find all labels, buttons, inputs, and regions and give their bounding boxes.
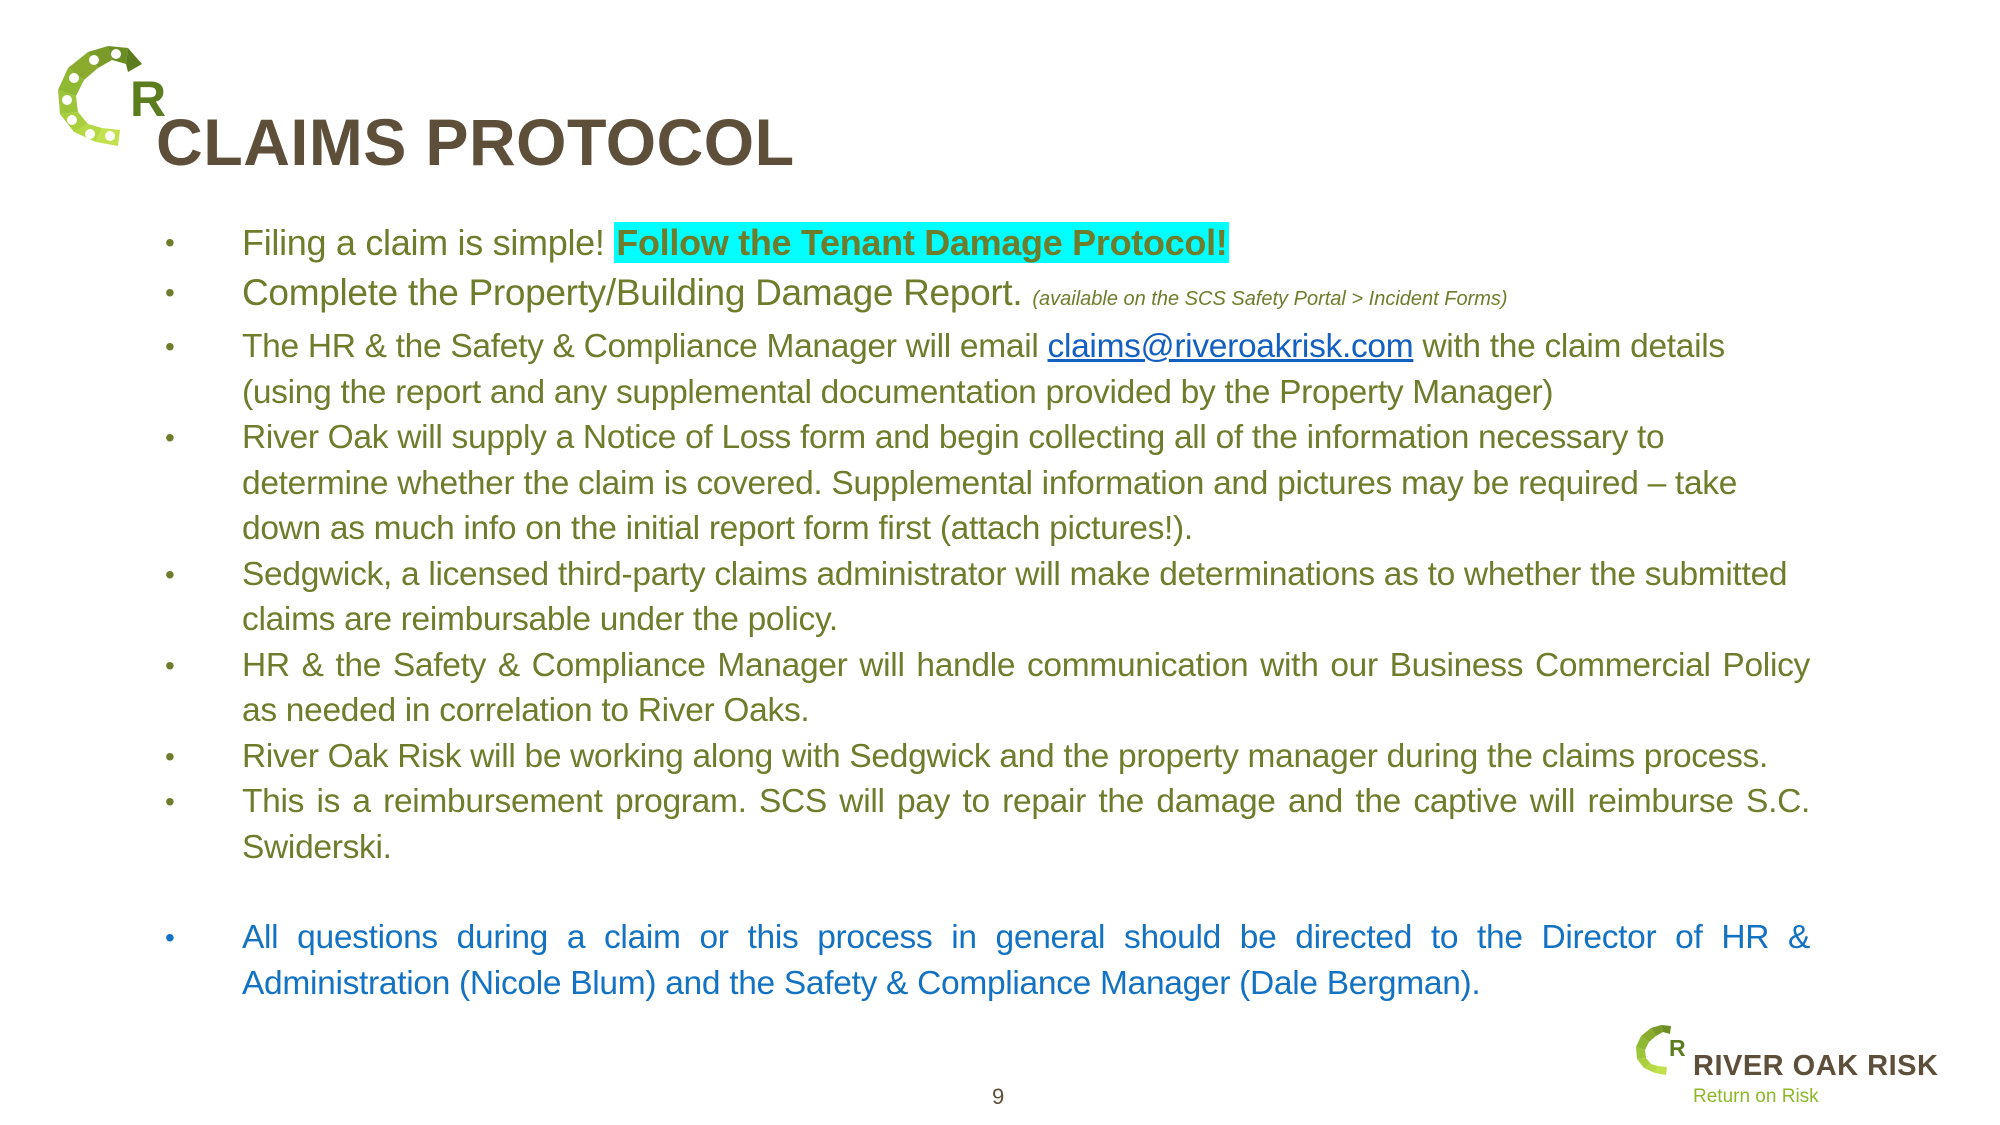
bullet-item: • River Oak Risk will be working along w… [160,734,1810,780]
page-number: 9 [992,1084,1005,1109]
bullet-text: HR & the Safety & Compliance Manager wil… [242,646,1810,730]
bullet-icon: • [165,277,175,308]
bullet-item: • HR & the Safety & Compliance Manager w… [160,643,1810,734]
bullet-text: The HR & the Safety & Compliance Manager… [242,328,1048,365]
bullet-text: River Oak will supply a Notice of Loss f… [242,419,1738,547]
bullet-icon: • [165,740,175,772]
bullet-item: • River Oak will supply a Notice of Loss… [160,415,1810,552]
bullet-icon: • [165,922,175,953]
footer-tagline: Return on Risk [1693,1086,1819,1107]
bullet-icon: • [165,649,175,681]
bullet-text: Complete the Property/Building Damage Re… [242,272,1033,313]
bullet-icon: • [165,558,175,590]
bullet-icon: • [165,331,175,362]
bullet-icon: • [165,786,175,817]
bullet-item: • Complete the Property/Building Damage … [160,268,1810,324]
footer-brand-name: RIVER OAK RISK [1693,1050,1939,1082]
bullet-note: (available on the SCS Safety Portal > In… [1032,288,1508,310]
contact-bullet: • All questions during a claim or this p… [160,915,1810,1006]
email-link[interactable]: claims@riveroakrisk.com [1048,328,1414,365]
page-title: CLAIMS PROTOCOL [156,105,795,179]
bullet-icon: • [165,227,175,258]
highlighted-text: Follow the Tenant Damage Protocol! [614,222,1230,263]
bullet-text: This is a reimbursement program. SCS wil… [242,783,1810,866]
bullet-text: River Oak Risk will be working along wit… [242,737,1768,775]
bullet-icon: • [165,422,175,453]
river-oak-logo-icon: R [58,46,166,146]
bullet-item: • Filing a claim is simple! Follow the T… [160,218,1810,268]
bullet-text: All questions during a claim or this pro… [242,919,1810,1002]
bullet-text: Sedgwick, a licensed third-party claims … [242,555,1788,639]
footer-logo-letter: R [1669,1035,1686,1061]
river-oak-footer-logo-icon: R [1636,1025,1686,1075]
bullet-item: • Sedgwick, a licensed third-party claim… [160,552,1810,643]
bullet-item: • This is a reimbursement program. SCS w… [160,779,1810,870]
bullet-text: Filing a claim is simple! [242,222,615,263]
bullet-list: • Filing a claim is simple! Follow the T… [160,218,1810,1006]
bullet-item: • The HR & the Safety & Compliance Manag… [160,324,1810,415]
